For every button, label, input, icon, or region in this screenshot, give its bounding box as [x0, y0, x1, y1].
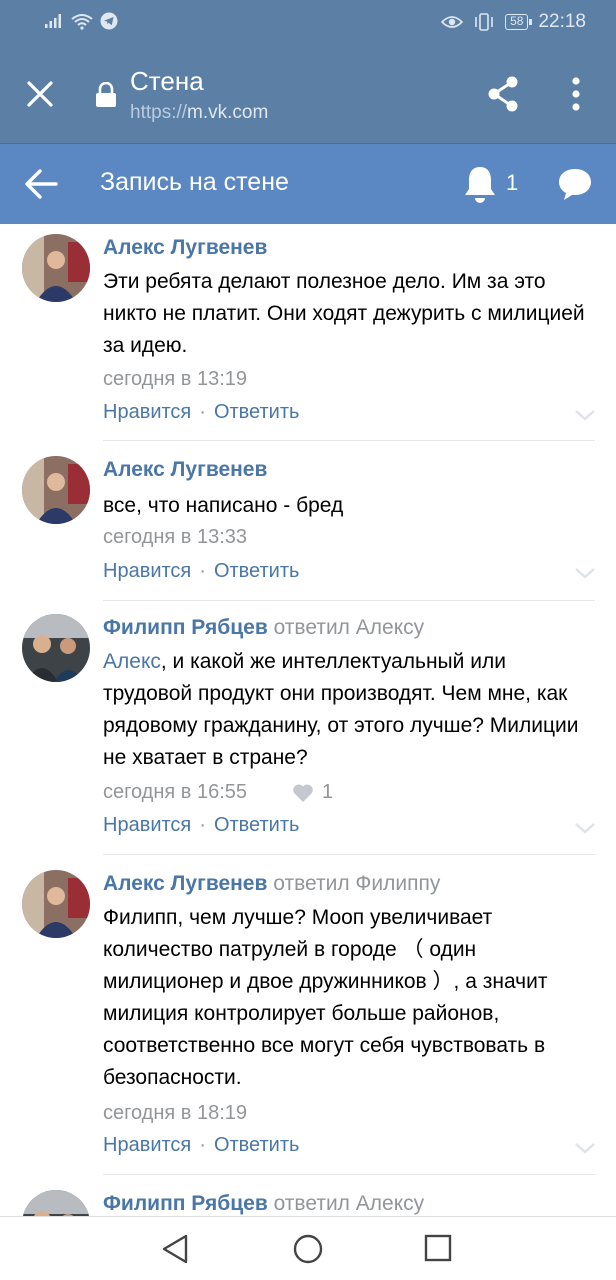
vk-header: Запись на стене 1 [0, 144, 616, 224]
back-arrow-icon[interactable] [22, 166, 60, 202]
author-line: Филипп Рябцев ответил Алексу [103, 616, 424, 640]
status-icons-right: 58 22:18 [441, 11, 586, 33]
clock: 22:18 [538, 11, 586, 32]
author-line: Филипп Рябцев ответил Алексу [103, 1192, 424, 1216]
author-name[interactable]: Алекс Лугвенев [103, 872, 267, 895]
reply-button[interactable]: Ответить [214, 1134, 300, 1156]
url-host: m.vk.com [187, 102, 269, 123]
reply-to[interactable]: ответил Алексу [274, 616, 425, 639]
comment-time[interactable]: сегодня в 13:19 [103, 368, 247, 391]
comment-text: Филипп, чем лучше? Мооп увеличивает коли… [103, 906, 548, 1089]
avatar[interactable] [22, 1190, 90, 1216]
screen-title: Запись на стене [100, 168, 289, 196]
wifi-icon [71, 14, 93, 30]
chevron-down-icon[interactable] [574, 1141, 596, 1155]
status-bar: 58 22:18 [0, 0, 616, 44]
vibrate-icon [475, 13, 493, 31]
comment-text: все, что написано - бред [103, 494, 344, 517]
avatar[interactable] [22, 234, 90, 302]
separator [103, 1174, 595, 1175]
nav-home-icon[interactable] [292, 1233, 324, 1265]
author-line: Алекс Лугвенев [103, 458, 267, 482]
url-text[interactable]: https://m.vk.com [130, 102, 268, 124]
comment-time[interactable]: сегодня в 16:55 [103, 781, 247, 804]
reply-button[interactable]: Ответить [214, 560, 300, 582]
separator [103, 854, 595, 855]
avatar[interactable] [22, 614, 90, 682]
chevron-down-icon[interactable] [574, 821, 596, 835]
comments-list: Алекс Лугвенев Эти ребята делают полезно… [0, 224, 616, 1216]
messages-icon[interactable] [556, 166, 594, 202]
like-count: 1 [322, 781, 334, 803]
like-button[interactable]: Нравится [103, 814, 191, 836]
author-line: Алекс Лугвенев [103, 236, 267, 260]
author-name[interactable]: Алекс Лугвенев [103, 458, 267, 481]
avatar[interactable] [22, 870, 90, 938]
like-button[interactable]: Нравится [103, 1134, 191, 1156]
signal-icon [45, 14, 61, 28]
author-name[interactable]: Филипп Рябцев [103, 616, 268, 639]
bell-icon[interactable] [462, 164, 498, 204]
comment-body: , и какой же интеллектуальный или трудов… [103, 650, 579, 769]
like-button[interactable]: Нравится [103, 560, 191, 582]
nav-recent-icon[interactable] [424, 1234, 452, 1262]
status-icons-left [44, 12, 118, 30]
lock-icon [96, 82, 116, 107]
reply-button[interactable]: Ответить [214, 814, 300, 836]
comment-text: Алекс, и какой же интеллектуальный или т… [103, 646, 593, 774]
battery-icon: 58 [505, 14, 533, 30]
likes[interactable]: 1 [292, 781, 333, 804]
more-vert-icon[interactable] [568, 74, 584, 114]
url-protocol: https:// [130, 102, 188, 123]
browser-toolbar: Стена https://m.vk.com [0, 44, 616, 144]
author-line: Алекс Лугвенев ответил Филиппу [103, 872, 440, 896]
comment-actions: Нравится · Ответить [103, 814, 300, 836]
chevron-down-icon[interactable] [574, 566, 596, 580]
comment-time[interactable]: сегодня в 18:19 [103, 1102, 247, 1125]
chevron-down-icon[interactable] [574, 408, 596, 422]
nav-back-icon[interactable] [160, 1233, 190, 1265]
eye-icon [441, 16, 464, 28]
telegram-icon [100, 12, 118, 30]
separator [103, 600, 595, 601]
reply-button[interactable]: Ответить [214, 401, 300, 423]
author-name[interactable]: Филипп Рябцев [103, 1192, 268, 1215]
heart-icon [293, 783, 313, 802]
comment-actions: Нравится · Ответить [103, 1134, 300, 1156]
author-name[interactable]: Алекс Лугвенев [103, 236, 267, 259]
system-nav-bar [0, 1216, 616, 1280]
mention-link[interactable]: Алекс [103, 650, 161, 673]
avatar[interactable] [22, 456, 90, 524]
comment-actions: Нравится · Ответить [103, 560, 300, 582]
reply-to[interactable]: ответил Алексу [274, 1192, 425, 1215]
comment-actions: Нравится · Ответить [103, 401, 300, 423]
notification-count[interactable]: 1 [506, 170, 518, 196]
page-title: Стена [130, 66, 204, 96]
separator [103, 440, 595, 441]
comment-text: Эти ребята делают полезное дело. Им за э… [103, 270, 585, 357]
like-button[interactable]: Нравится [103, 401, 191, 423]
close-icon[interactable] [24, 78, 56, 110]
reply-to[interactable]: ответил Филиппу [273, 872, 440, 895]
comment-time[interactable]: сегодня в 13:33 [103, 526, 247, 549]
share-icon[interactable] [484, 74, 524, 114]
